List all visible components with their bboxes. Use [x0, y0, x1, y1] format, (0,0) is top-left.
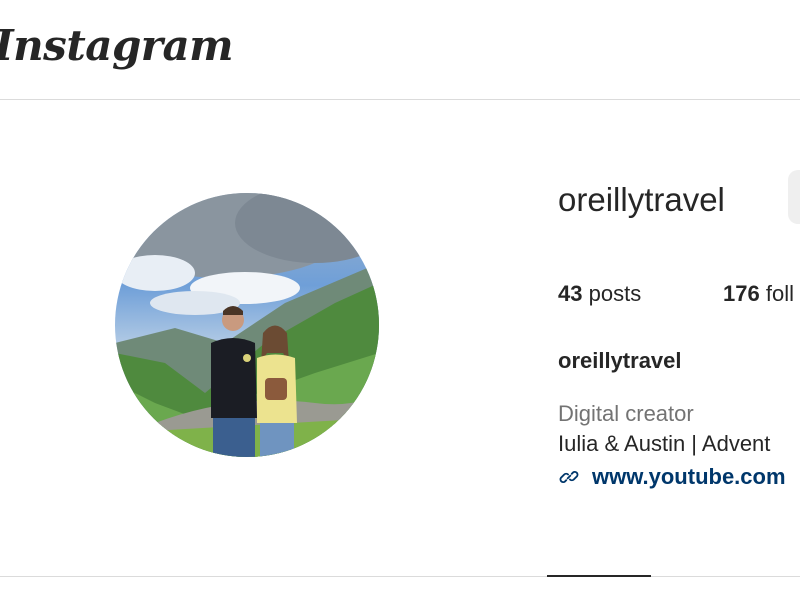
followers-count[interactable]: 176 foll: [723, 280, 794, 308]
profile-avatar[interactable]: [115, 193, 379, 457]
followers-count-value: 176: [723, 281, 760, 306]
posts-count: 43 posts: [558, 280, 641, 308]
avatar-photo: [115, 193, 379, 457]
posts-count-value: 43: [558, 281, 583, 306]
profile-full-name: oreillytravel: [558, 348, 682, 373]
profile-bio: Iulia & Austin | Advent: [558, 431, 771, 456]
top-navigation-bar: Instagram: [0, 0, 800, 100]
instagram-logo[interactable]: Instagram: [0, 20, 234, 72]
profile-category: Digital creator: [558, 401, 694, 426]
profile-username: oreillytravel: [558, 181, 725, 218]
posts-count-label: posts: [588, 281, 642, 306]
link-text[interactable]: www.youtube.com: [592, 463, 786, 491]
followers-count-label: foll: [765, 281, 794, 306]
link-icon: [559, 470, 579, 484]
tab-bar-divider: [0, 576, 800, 577]
active-tab-indicator: [547, 575, 651, 577]
profile-action-button[interactable]: [788, 170, 800, 224]
